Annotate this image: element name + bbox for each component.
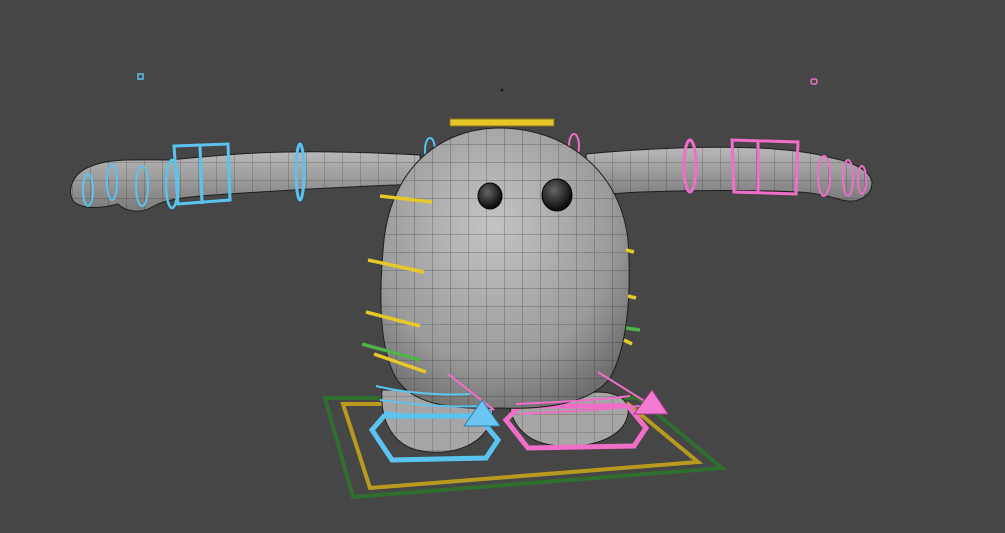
left-eye[interactable] [477, 182, 503, 210]
right-foot-roll-control[interactable] [633, 389, 669, 415]
left-arm-mesh[interactable] [70, 151, 423, 212]
3d-viewport[interactable] [0, 0, 1005, 533]
left-pole-vector-control[interactable] [137, 73, 144, 80]
body-mesh[interactable] [380, 127, 630, 409]
scene-canvas[interactable] [0, 0, 1005, 533]
pivot-dot [500, 88, 504, 92]
right-eye[interactable] [541, 178, 573, 212]
right-pole-vector-control[interactable] [810, 78, 818, 85]
head-control[interactable] [449, 118, 555, 127]
